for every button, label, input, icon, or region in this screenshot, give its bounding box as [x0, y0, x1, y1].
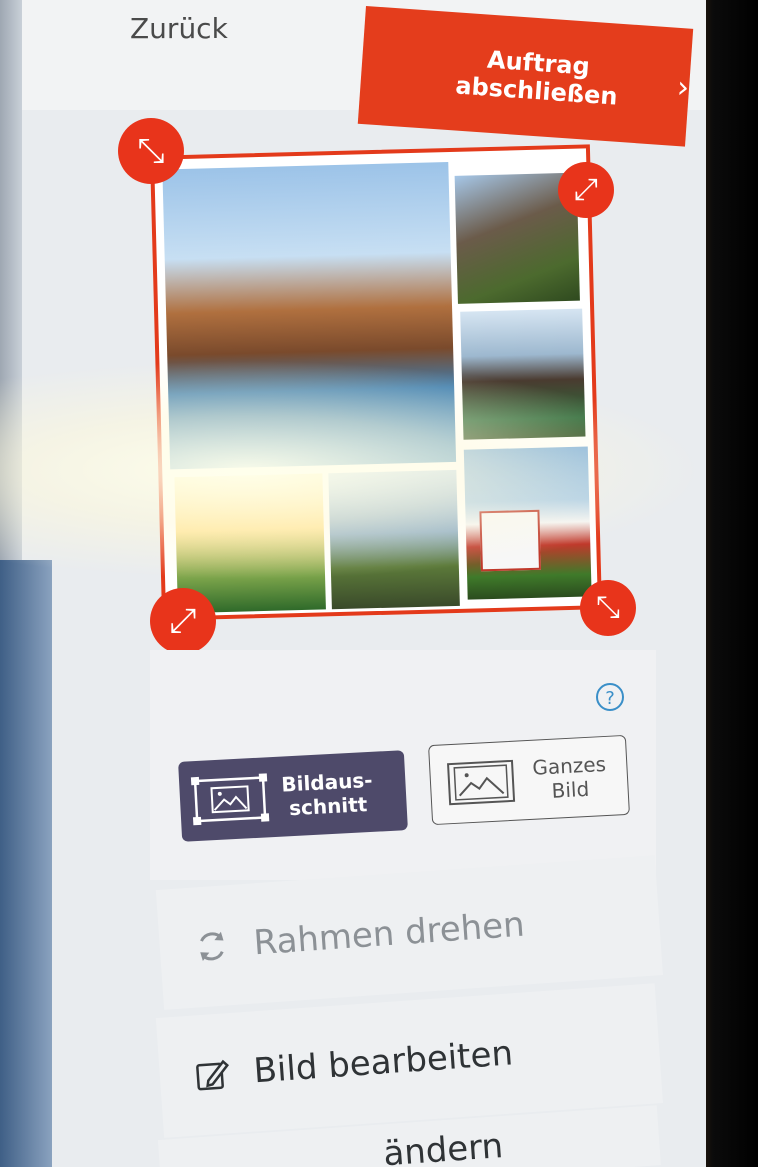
- chevron-right-icon: ›: [675, 69, 691, 106]
- change-item-label: ändern: [382, 1126, 505, 1167]
- resize-handle-bottom-right[interactable]: ⤡: [580, 580, 636, 636]
- resize-handle-top-right[interactable]: ⤢: [558, 162, 614, 218]
- device-bezel: [698, 0, 758, 1167]
- edit-image-label: Bild bearbeiten: [252, 1033, 515, 1092]
- resize-diagonal-icon: ⤡: [137, 131, 165, 171]
- resize-diagonal-icon: ⤡: [596, 590, 620, 625]
- crop-mode-label: Bildaus- schnitt: [280, 767, 374, 821]
- left-panel-edge-lower: [0, 560, 52, 1167]
- house-detail: [479, 509, 541, 572]
- collage-photo-cliffs: [460, 308, 586, 440]
- change-item-icon-placeholder: [193, 1147, 231, 1167]
- collage-photo-coast: [162, 162, 457, 470]
- resize-handle-bottom-left[interactable]: ⤢: [150, 588, 216, 654]
- finish-order-button[interactable]: Auftrag abschließen ›: [357, 6, 694, 147]
- photo-collage-frame[interactable]: [149, 144, 603, 621]
- crop-frame-icon: [190, 773, 270, 826]
- crop-mode-button[interactable]: Bildaus- schnitt: [178, 750, 408, 842]
- back-button[interactable]: Zurück: [130, 12, 228, 45]
- rotate-icon: [200, 931, 224, 962]
- rotate-frame-label: Rahmen drehen: [252, 904, 526, 964]
- resize-diagonal-icon: ⤢: [169, 601, 197, 641]
- help-icon[interactable]: ?: [596, 683, 624, 711]
- finish-order-label: Auftrag abschließen: [454, 45, 619, 111]
- resize-diagonal-icon: ⤢: [574, 172, 598, 207]
- resize-handle-top-left[interactable]: ⤡: [118, 118, 184, 184]
- full-image-mode-label: Ganzes Bild: [531, 751, 607, 803]
- edit-icon: [196, 1059, 229, 1091]
- collage-photo-valley: [328, 469, 460, 610]
- full-image-icon: [447, 759, 516, 806]
- full-image-mode-button[interactable]: Ganzes Bild: [428, 734, 630, 826]
- app-screen: Zurück Auftrag abschließen › ⤡ ⤢ ⤢ ⤡ ? B…: [0, 0, 706, 1167]
